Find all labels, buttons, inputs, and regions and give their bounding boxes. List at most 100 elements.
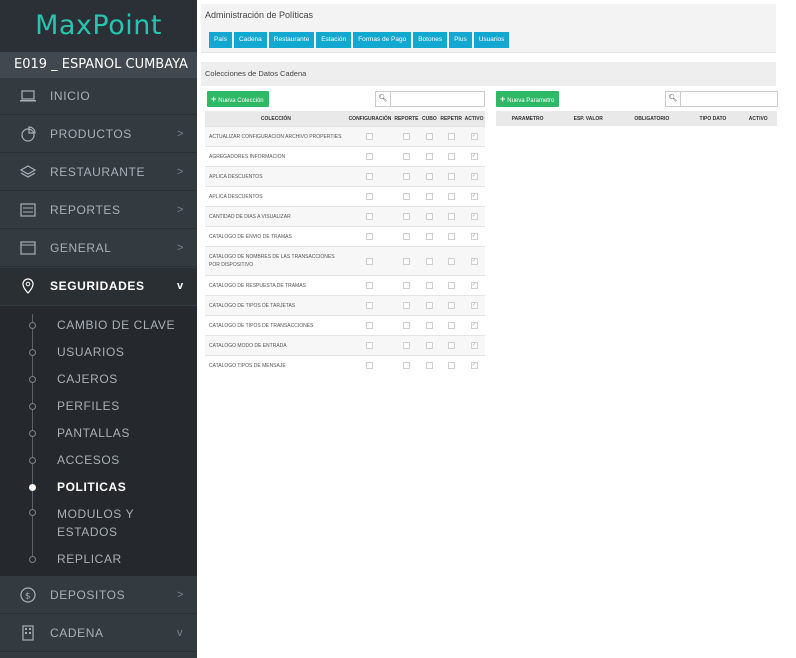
table-row[interactable]: CANTIDAD DE DIAS A VISUALIZAR ✓ xyxy=(205,206,485,227)
checkbox[interactable] xyxy=(447,133,455,140)
checkbox[interactable] xyxy=(402,322,410,329)
checkbox[interactable] xyxy=(447,213,455,220)
checkbox[interactable] xyxy=(425,302,433,309)
checkbox[interactable] xyxy=(402,257,410,265)
tab-cadena[interactable]: Cadena xyxy=(234,32,267,48)
checkbox[interactable] xyxy=(425,282,433,289)
new-parameter-button[interactable]: + Nueva Parametro xyxy=(496,91,560,107)
checkbox[interactable] xyxy=(402,302,410,309)
table-row[interactable]: CATALOGO DE TIPOS DE TARJETAS ✓ xyxy=(205,295,485,316)
checkbox[interactable] xyxy=(366,362,374,369)
checkbox[interactable] xyxy=(447,193,455,200)
active-checkbox[interactable]: ✓ xyxy=(470,133,478,140)
collection-search-input[interactable]: 🔍︎ xyxy=(375,91,485,107)
checkbox[interactable] xyxy=(366,322,374,329)
active-checkbox[interactable]: ✓ xyxy=(470,153,478,160)
checkbox[interactable] xyxy=(366,282,374,289)
sidebar-item-restaurante[interactable]: RESTAURANTE > xyxy=(0,154,197,191)
table-row[interactable]: CATALOGO DE NOMBRES DE LAS TRANSACCIONES… xyxy=(205,246,485,276)
store-selector[interactable]: E019 _ ESPANOL CUMBAYA xyxy=(0,52,197,78)
column-header[interactable]: COLECCIÓN xyxy=(205,111,347,127)
checkbox[interactable] xyxy=(425,133,433,140)
table-row[interactable]: CATALOGO DE TIPOS DE TRANSACCIONES ✓ xyxy=(205,315,485,336)
active-checkbox[interactable]: ✓ xyxy=(470,342,478,349)
table-row[interactable]: AGREGADORES INFORMACION ✓ xyxy=(205,146,485,167)
tab-plus[interactable]: Plus xyxy=(449,32,472,48)
sidebar-item-seguridades[interactable]: SEGURIDADES v xyxy=(0,268,197,305)
column-header[interactable]: ESP. VALOR xyxy=(559,111,618,126)
parameter-search-input[interactable]: 🔍︎ xyxy=(665,91,778,107)
checkbox[interactable] xyxy=(366,193,374,200)
checkbox[interactable] xyxy=(447,342,455,349)
column-header[interactable]: CUBO xyxy=(419,111,440,127)
checkbox[interactable] xyxy=(402,233,410,240)
tab-botones[interactable]: Botones xyxy=(413,32,448,48)
checkbox[interactable] xyxy=(425,257,433,265)
column-header[interactable]: OBLIGATORIO xyxy=(617,111,687,126)
active-checkbox[interactable]: ✓ xyxy=(470,193,478,200)
active-checkbox[interactable]: ✓ xyxy=(470,257,478,265)
table-row[interactable]: APLICA DESCUENTOS ✓ xyxy=(205,186,485,207)
active-checkbox[interactable]: ✓ xyxy=(470,282,478,289)
table-row[interactable]: CATALOGO MODO DE ENTRADA ✓ xyxy=(205,335,485,356)
column-header[interactable]: REPORTE xyxy=(393,111,420,127)
checkbox[interactable] xyxy=(402,153,410,160)
table-row[interactable]: ACTUALIZAR CONFIGURACION ARCHIVO PROPERT… xyxy=(205,126,485,147)
active-checkbox[interactable]: ✓ xyxy=(470,302,478,309)
sidebar-item-cadena[interactable]: CADENA v xyxy=(0,615,197,652)
checkbox[interactable] xyxy=(402,362,410,369)
checkbox[interactable] xyxy=(425,173,433,180)
sidebar-item-general[interactable]: GENERAL > xyxy=(0,230,197,267)
checkbox[interactable] xyxy=(425,153,433,160)
checkbox[interactable] xyxy=(366,257,374,265)
column-header[interactable]: ACTIVO xyxy=(739,111,777,126)
checkbox[interactable] xyxy=(425,322,433,329)
checkbox[interactable] xyxy=(402,133,410,140)
column-header[interactable]: ACTIVO xyxy=(463,111,485,127)
column-header[interactable]: REPETIR xyxy=(439,111,464,127)
checkbox[interactable] xyxy=(366,342,374,349)
checkbox[interactable] xyxy=(447,322,455,329)
column-header[interactable]: TIPO DATO xyxy=(686,111,740,126)
sidebar-item-reportes[interactable]: REPORTES > xyxy=(0,192,197,229)
checkbox[interactable] xyxy=(366,302,374,309)
checkbox[interactable] xyxy=(402,193,410,200)
checkbox[interactable] xyxy=(447,153,455,160)
active-checkbox[interactable]: ✓ xyxy=(470,362,478,369)
column-header[interactable]: CONFIGURACIÓN xyxy=(346,111,394,127)
checkbox[interactable] xyxy=(447,362,455,369)
checkbox[interactable] xyxy=(366,233,374,240)
column-header[interactable]: PARAMETRO xyxy=(496,111,560,126)
tab-pa-s[interactable]: País xyxy=(209,32,233,48)
checkbox[interactable] xyxy=(402,213,410,220)
sidebar-item-productos[interactable]: PRODUCTOS > xyxy=(0,116,197,153)
table-row[interactable]: APLICA DESCUENTOS ✓ xyxy=(205,166,485,187)
checkbox[interactable] xyxy=(447,282,455,289)
tab-restaurante[interactable]: Restaurante xyxy=(268,32,315,48)
checkbox[interactable] xyxy=(425,362,433,369)
checkbox[interactable] xyxy=(402,173,410,180)
checkbox[interactable] xyxy=(366,213,374,220)
sidebar-item-depositos[interactable]: $ DEPOSITOS > xyxy=(0,577,197,614)
checkbox[interactable] xyxy=(425,233,433,240)
checkbox[interactable] xyxy=(425,193,433,200)
active-checkbox[interactable]: ✓ xyxy=(470,213,478,220)
checkbox[interactable] xyxy=(425,213,433,220)
checkbox[interactable] xyxy=(447,233,455,240)
checkbox[interactable] xyxy=(447,173,455,180)
active-checkbox[interactable]: ✓ xyxy=(470,233,478,240)
table-row[interactable]: CATALOGO TIPOS DE MENSAJE ✓ xyxy=(205,355,485,375)
table-row[interactable]: CATALOGO DE RESPUESTA DE TRAMAS ✓ xyxy=(205,275,485,296)
checkbox[interactable] xyxy=(402,282,410,289)
new-collection-button[interactable]: + Nueva Colección xyxy=(207,91,269,107)
checkbox[interactable] xyxy=(366,173,374,180)
tab-usuarios[interactable]: Usuarios xyxy=(473,32,510,48)
sidebar-item-inicio[interactable]: INICIO xyxy=(0,78,197,115)
table-row[interactable]: CATALOGO DE ENVIO DE TRAMAS ✓ xyxy=(205,226,485,247)
checkbox[interactable] xyxy=(447,257,455,265)
checkbox[interactable] xyxy=(366,133,374,140)
tab-formas-de-pago[interactable]: Formas de Pago xyxy=(353,32,412,48)
tab-estaci-n[interactable]: Estación xyxy=(316,32,352,48)
active-checkbox[interactable]: ✓ xyxy=(470,173,478,180)
checkbox[interactable] xyxy=(447,302,455,309)
